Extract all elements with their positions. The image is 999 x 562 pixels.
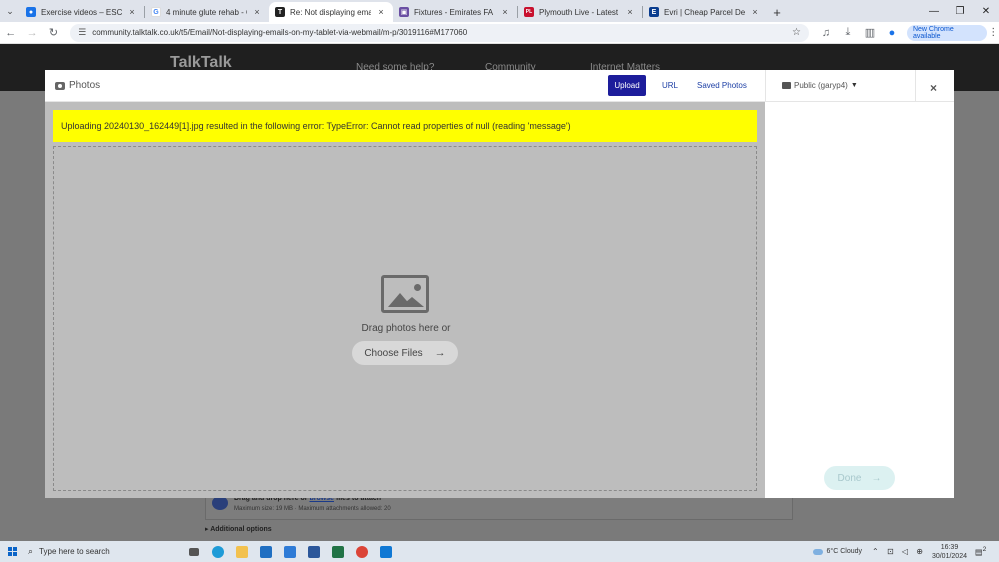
upload-cloud-icon	[212, 496, 228, 510]
side-panel-icon[interactable]: ▥	[859, 22, 881, 44]
bookmark-star-icon[interactable]: ☆	[792, 27, 801, 38]
media-icon[interactable]: ♫	[815, 22, 837, 44]
upload-tab-button[interactable]: Upload	[608, 75, 646, 96]
browser-tab[interactable]: ▣ Fixtures - Emirates FA Cup - Co ×	[393, 2, 517, 22]
browser-tab[interactable]: E Evri | Cheap Parcel Delivery & C ×	[643, 2, 767, 22]
url-tab-button[interactable]: URL	[662, 81, 678, 90]
browser-tab[interactable]: PL Plymouth Live - Latest local ne ×	[518, 2, 642, 22]
close-tab-icon[interactable]: ×	[749, 7, 761, 17]
weather-widget[interactable]: 6°C Cloudy	[812, 548, 862, 555]
tab-strip: ⌄ ● Exercise videos – ESCAPE-pain × G 4 …	[0, 0, 999, 22]
tab-title: Evri | Cheap Parcel Delivery & C	[664, 7, 745, 17]
tab-title: Plymouth Live - Latest local ne	[539, 7, 620, 17]
selection-pane: Done →	[765, 102, 954, 498]
choose-files-button[interactable]: Choose Files →	[352, 341, 458, 365]
drag-instructions: Drag photos here or	[361, 323, 451, 334]
arrow-right-icon: →	[434, 347, 446, 359]
browser-tab[interactable]: G 4 minute glute rehab - Google ×	[145, 2, 269, 22]
header-divider	[765, 70, 766, 102]
image-placeholder-icon	[381, 275, 429, 313]
site-info-icon[interactable]: ☰	[78, 27, 86, 38]
address-bar[interactable]: ☰ community.talktalk.co.uk/t5/Email/Not-…	[70, 23, 809, 42]
browser-toolbar: ← → ↻ ☰ community.talktalk.co.uk/t5/Emai…	[0, 22, 999, 44]
arrow-right-icon: →	[871, 472, 882, 484]
new-tab-button[interactable]: +	[767, 2, 787, 22]
fa-cup-icon: ▣	[399, 7, 409, 17]
header-divider	[915, 70, 916, 102]
system-tray: 6°C Cloudy ⌃ ⊡ ◁ ⊕ 16:39 30/01/2024 ▤2	[812, 541, 999, 562]
tab-search-icon[interactable]: ⌄	[0, 0, 20, 22]
close-tab-icon[interactable]: ×	[375, 7, 387, 17]
talktalk-icon: T	[275, 7, 285, 17]
browser-tab-active[interactable]: T Re: Not displaying emails on m ×	[269, 2, 393, 22]
photos-modal: Photos Upload URL Saved Photos Public (g…	[45, 70, 954, 498]
favicon-icon: ●	[26, 7, 36, 17]
folder-icon	[782, 82, 791, 89]
word-icon[interactable]	[302, 541, 326, 562]
done-button[interactable]: Done →	[824, 466, 895, 490]
back-icon[interactable]: ←	[0, 22, 21, 44]
reload-icon[interactable]: ↻	[43, 22, 64, 44]
additional-options: ▸ Additional options	[205, 526, 272, 533]
saved-photos-tab-button[interactable]: Saved Photos	[697, 81, 747, 90]
windows-icon	[7, 547, 17, 556]
plymouth-live-icon: PL	[524, 7, 534, 17]
profile-icon[interactable]: ●	[881, 22, 903, 44]
reply-attachments: Drag and drop here or browse files to at…	[205, 492, 793, 541]
error-message: Uploading 20240130_162449[1].jpg resulte…	[53, 110, 757, 142]
attach-limits: Maximum size: 19 MB · Maximum attachment…	[234, 506, 391, 512]
close-window-icon[interactable]: ✕	[973, 0, 999, 22]
clock[interactable]: 16:39 30/01/2024	[932, 543, 967, 561]
outlook-icon[interactable]	[374, 541, 398, 562]
url-text: community.talktalk.co.uk/t5/Email/Not-di…	[92, 28, 468, 37]
excel-icon[interactable]	[326, 541, 350, 562]
google-icon: G	[151, 7, 161, 17]
taskbar: ⌕ Type here to search 6°C Cloudy ⌃ ⊡ ◁ ⊕…	[0, 541, 999, 562]
store-icon[interactable]	[254, 541, 278, 562]
minimize-icon[interactable]: —	[921, 0, 947, 22]
download-icon[interactable]: ⤓	[837, 22, 859, 44]
cloud-icon	[812, 548, 823, 555]
search-icon: ⌕	[28, 546, 34, 556]
modal-header: Photos Upload URL Saved Photos Public (g…	[45, 70, 954, 102]
tab-title: Fixtures - Emirates FA Cup - Co	[414, 7, 495, 17]
close-modal-button[interactable]: ×	[930, 81, 937, 95]
window-controls: — ❐ ✕	[921, 0, 999, 22]
update-chrome-button[interactable]: New Chrome available	[906, 24, 988, 41]
evri-icon: E	[649, 7, 659, 17]
forward-icon[interactable]: →	[21, 22, 42, 44]
mail-icon[interactable]	[278, 541, 302, 562]
notifications-icon[interactable]: ▤2	[975, 546, 993, 557]
start-button[interactable]	[0, 541, 24, 562]
upload-pane: Uploading 20240130_162449[1].jpg resulte…	[45, 102, 765, 498]
camera-icon	[55, 81, 65, 90]
close-tab-icon[interactable]: ×	[624, 7, 636, 17]
tray-icons[interactable]: ⌃ ⊡ ◁ ⊕	[872, 547, 926, 556]
close-tab-icon[interactable]: ×	[499, 7, 511, 17]
tab-title: Re: Not displaying emails on m	[290, 7, 371, 17]
taskbar-search[interactable]: ⌕ Type here to search	[24, 541, 182, 562]
close-tab-icon[interactable]: ×	[251, 7, 263, 17]
caret-down-icon: ▼	[850, 82, 858, 89]
edge-icon[interactable]	[206, 541, 230, 562]
tab-title: 4 minute glute rehab - Google	[166, 7, 247, 17]
restore-icon[interactable]: ❐	[947, 0, 973, 22]
album-selector[interactable]: Public (garyp4) ▼	[782, 81, 858, 90]
close-tab-icon[interactable]: ×	[126, 7, 138, 17]
toolbar-icons: ♫ ⤓ ▥ ●	[815, 22, 903, 44]
modal-title: Photos	[55, 80, 100, 91]
menu-kebab-icon[interactable]: ⋮	[987, 27, 999, 38]
file-explorer-icon[interactable]	[230, 541, 254, 562]
task-view-icon[interactable]	[182, 541, 206, 562]
chrome-icon[interactable]	[350, 541, 374, 562]
photo-dropzone[interactable]: Drag photos here or Choose Files →	[53, 146, 757, 491]
tab-title: Exercise videos – ESCAPE-pain	[41, 7, 122, 17]
browser-tab[interactable]: ● Exercise videos – ESCAPE-pain ×	[20, 2, 144, 22]
